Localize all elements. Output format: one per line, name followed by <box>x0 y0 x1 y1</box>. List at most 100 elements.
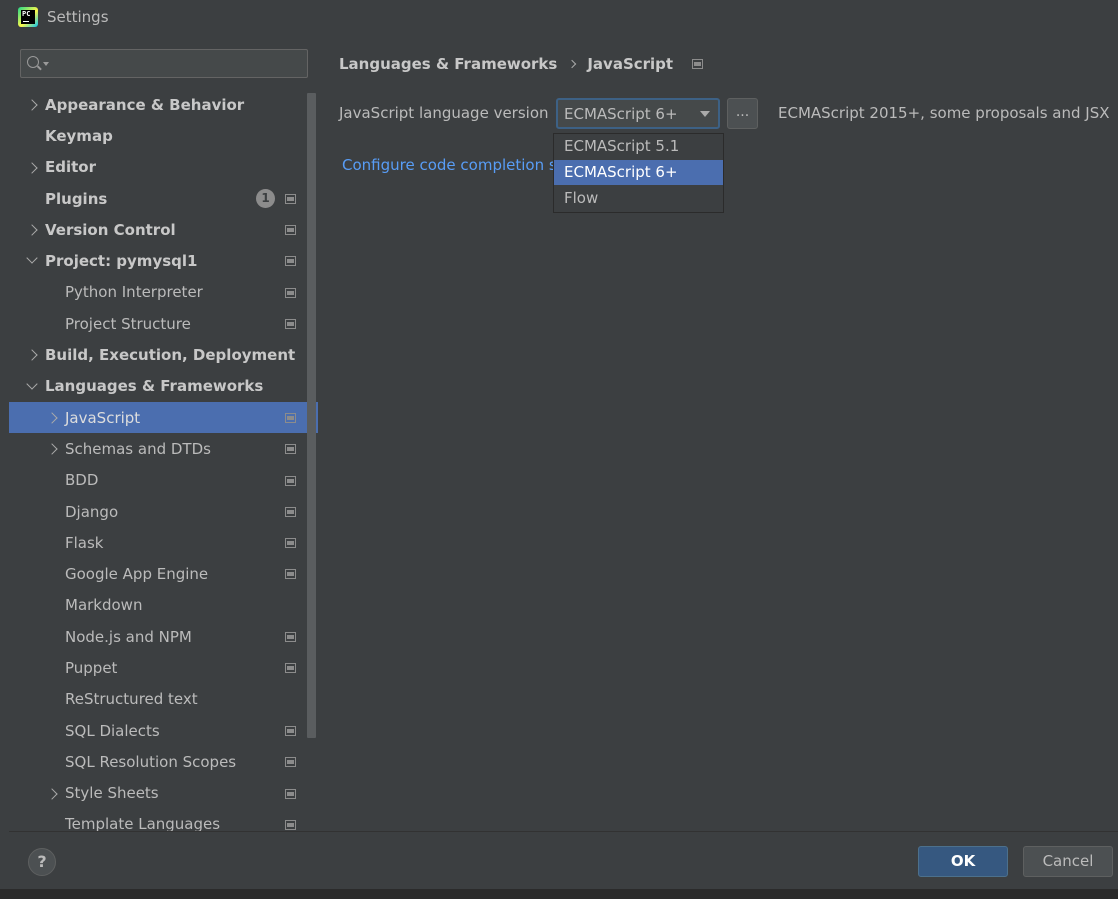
sidebar-item-label: Google App Engine <box>65 565 209 584</box>
project-scope-icon <box>285 287 296 298</box>
project-scope-icon <box>285 663 296 674</box>
chevron-down-icon[interactable] <box>26 252 38 265</box>
sidebar-item-build-execution-deployment[interactable]: Build, Execution, Deployment <box>9 339 318 370</box>
sidebar-item-label: BDD <box>65 471 99 490</box>
sidebar-item-label: Schemas and DTDs <box>65 439 211 458</box>
dialog-footer: ? OK Cancel <box>9 831 1118 889</box>
chevron-right-icon[interactable] <box>26 161 38 174</box>
sidebar-item-plugins[interactable]: Plugins 1 <box>9 183 318 214</box>
project-scope-icon <box>285 193 296 204</box>
window-title: Settings <box>47 8 109 26</box>
settings-tree: Appearance & Behavior Keymap Editor Plugins… <box>9 89 318 831</box>
sidebar-item-python-interpreter[interactable]: Python Interpreter <box>9 277 318 308</box>
sidebar-item-label: Languages & Frameworks <box>45 377 264 396</box>
sidebar-item-label: Flask <box>65 533 104 552</box>
project-scope-icon <box>285 506 296 517</box>
update-count-badge: 1 <box>256 188 275 208</box>
chevron-right-icon[interactable] <box>26 349 38 362</box>
sidebar-item-label: Build, Execution, Deployment <box>45 346 296 365</box>
sidebar-item-sql-dialects[interactable]: SQL Dialects <box>9 715 318 746</box>
sidebar-item-project-structure[interactable]: Project Structure <box>9 308 318 339</box>
project-scope-icon <box>285 412 296 423</box>
sidebar-item-label: Version Control <box>45 220 176 239</box>
dropdown-option-ecmascript-6[interactable]: ECMAScript 6+ <box>554 160 723 185</box>
configure-code-completion-link[interactable]: Configure code completion s <box>342 156 557 174</box>
chevron-right-icon[interactable] <box>46 412 58 424</box>
sidebar-item-label: Python Interpreter <box>65 283 203 302</box>
sidebar-item-style-sheets[interactable]: Style Sheets <box>9 778 318 809</box>
sidebar-item-keymap[interactable]: Keymap <box>9 120 318 151</box>
language-version-selected-value: ECMAScript 6+ <box>564 105 678 123</box>
sidebar-item-django[interactable]: Django <box>9 496 318 527</box>
sidebar-item-appearance-behavior[interactable]: Appearance & Behavior <box>9 89 318 120</box>
breadcrumb: Languages & Frameworks JavaScript <box>339 55 704 73</box>
sidebar-item-puppet[interactable]: Puppet <box>9 652 318 683</box>
sidebar-item-restructured-text[interactable]: ReStructured text <box>9 684 318 715</box>
sidebar-item-project-pymysql1[interactable]: Project: pymysql1 <box>9 245 318 276</box>
sidebar-item-label: Template Languages <box>65 815 221 831</box>
help-button[interactable]: ? <box>28 848 56 876</box>
sidebar-item-label: Plugins <box>45 189 108 208</box>
sidebar-item-label: Editor <box>45 158 96 177</box>
chevron-right-icon[interactable] <box>46 443 58 455</box>
sidebar-item-label: Markdown <box>65 596 143 615</box>
project-scope-icon <box>285 538 296 549</box>
sidebar-item-label: SQL Dialects <box>65 721 160 740</box>
language-version-combobox[interactable]: ECMAScript 6+ <box>556 98 720 129</box>
breadcrumb-separator-chevron-icon <box>568 59 577 69</box>
sidebar-item-node-js-and-npm[interactable]: Node.js and NPM <box>9 621 318 652</box>
sidebar-item-markdown[interactable]: Markdown <box>9 590 318 621</box>
project-scope-icon <box>692 59 704 69</box>
search-icon[interactable] <box>27 56 39 68</box>
sidebar-item-google-app-engine[interactable]: Google App Engine <box>9 558 318 589</box>
dropdown-option-flow[interactable]: Flow <box>554 186 723 211</box>
language-version-label: JavaScript language version <box>339 104 549 122</box>
dropdown-option-ecmascript-5-1[interactable]: ECMAScript 5.1 <box>554 134 723 159</box>
sidebar-item-editor[interactable]: Editor <box>9 152 318 183</box>
settings-content-panel: Languages & Frameworks JavaScript JavaSc… <box>318 36 1118 831</box>
breadcrumb-item-javascript: JavaScript <box>587 55 674 73</box>
sidebar-item-label: Node.js and NPM <box>65 627 192 646</box>
sidebar-item-bdd[interactable]: BDD <box>9 465 318 496</box>
language-version-dropdown-popup: ECMAScript 5.1 ECMAScript 6+ Flow <box>553 133 724 213</box>
sidebar-item-label: Project Structure <box>65 314 191 333</box>
settings-search-input[interactable] <box>51 53 301 74</box>
search-history-dropdown-icon[interactable] <box>43 62 49 66</box>
chevron-right-icon[interactable] <box>26 224 38 236</box>
language-version-more-button[interactable]: ... <box>727 98 758 129</box>
sidebar-item-label: Appearance & Behavior <box>45 95 245 114</box>
sidebar-item-sql-resolution-scopes[interactable]: SQL Resolution Scopes <box>9 746 318 777</box>
sidebar-item-languages-frameworks[interactable]: Languages & Frameworks <box>9 371 318 402</box>
window-edge <box>0 36 9 899</box>
sidebar-item-flask[interactable]: Flask <box>9 527 318 558</box>
project-scope-icon <box>285 319 296 330</box>
sidebar-item-javascript[interactable]: JavaScript <box>9 401 318 434</box>
chevron-down-icon[interactable] <box>26 378 38 390</box>
cancel-button[interactable]: Cancel <box>1023 846 1113 877</box>
sidebar-item-label: Keymap <box>45 126 113 145</box>
sidebar-item-label: ReStructured text <box>65 690 198 709</box>
sidebar-item-template-languages[interactable]: Template Languages <box>9 809 318 831</box>
settings-search-box[interactable] <box>20 49 308 78</box>
language-version-description: ECMAScript 2015+, some proposals and JSX <box>778 104 1110 122</box>
settings-sidebar: Appearance & Behavior Keymap Editor Plugins… <box>9 36 318 831</box>
project-scope-icon <box>285 788 296 799</box>
project-scope-icon <box>285 757 296 768</box>
sidebar-item-label: SQL Resolution Scopes <box>65 752 237 771</box>
chevron-down-icon[interactable] <box>700 111 710 117</box>
sidebar-item-label: Style Sheets <box>65 784 159 803</box>
sidebar-scrollbar-thumb[interactable] <box>307 93 316 738</box>
breadcrumb-item-languages-frameworks[interactable]: Languages & Frameworks <box>339 55 557 73</box>
project-scope-icon <box>285 725 296 736</box>
project-scope-icon <box>285 444 296 455</box>
ok-button[interactable]: OK <box>918 846 1008 877</box>
pycharm-app-icon: PC <box>18 7 38 27</box>
project-scope-icon <box>285 569 296 580</box>
window-edge-bottom <box>0 889 1118 899</box>
chevron-right-icon[interactable] <box>46 787 58 800</box>
project-scope-icon <box>285 256 296 267</box>
title-bar: PC Settings <box>0 0 1118 36</box>
sidebar-item-schemas-and-dtds[interactable]: Schemas and DTDs <box>9 433 318 464</box>
chevron-right-icon[interactable] <box>26 99 38 111</box>
sidebar-item-version-control[interactable]: Version Control <box>9 214 318 245</box>
